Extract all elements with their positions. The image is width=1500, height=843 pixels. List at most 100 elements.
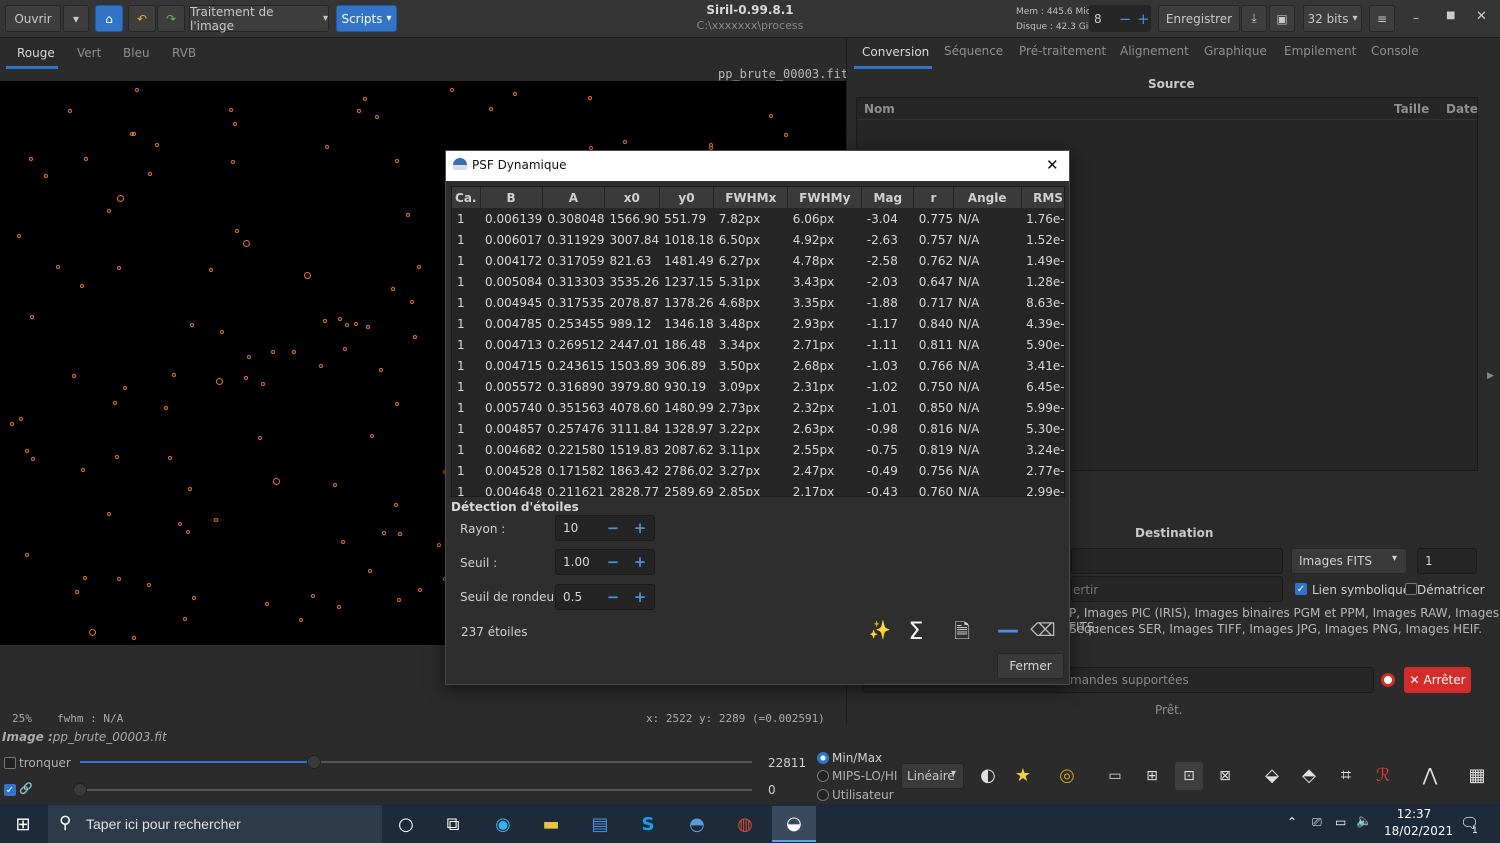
table-row[interactable]: 1 0.004648 0.211621 2828.77 2589.69 2.85px 2.1… bbox=[452, 481, 1064, 497]
plus-icon[interactable]: + bbox=[1137, 10, 1150, 28]
volume-icon[interactable]: 🔈 bbox=[1356, 814, 1372, 829]
psf-col-header[interactable]: Mag bbox=[861, 187, 915, 208]
psf-col-header[interactable]: RMSE bbox=[1021, 187, 1064, 208]
link-checkbox[interactable]: ✓ bbox=[4, 784, 16, 796]
tab-sequence[interactable]: Séquence bbox=[944, 44, 1003, 58]
save-as-button[interactable]: ⤓ bbox=[1241, 5, 1267, 32]
rgb-align-button[interactable]: ℛ bbox=[1369, 762, 1397, 790]
low-slider-handle[interactable] bbox=[73, 783, 87, 797]
symlink-checkbox[interactable]: ✓ bbox=[1295, 583, 1307, 595]
col-name[interactable]: Nom bbox=[864, 102, 895, 116]
tab-green[interactable]: Vert bbox=[77, 46, 101, 60]
siril-app-1[interactable]: ◓ bbox=[679, 806, 715, 842]
network-icon[interactable]: ⎚ bbox=[1312, 815, 1322, 830]
roundness-stepper[interactable]: 0.5 − + bbox=[555, 584, 655, 610]
close-window-button[interactable]: ✕ bbox=[1476, 9, 1487, 24]
high-slider-handle[interactable] bbox=[307, 755, 321, 769]
display-icon[interactable]: ▭ bbox=[1335, 815, 1346, 829]
windows-start-button[interactable]: ⊞ bbox=[5, 806, 41, 842]
remove-star-button[interactable]: — bbox=[994, 617, 1022, 645]
demosaic-checkbox[interactable] bbox=[1405, 583, 1417, 595]
scale-dropdown[interactable]: Linéaire ▾ bbox=[901, 763, 964, 789]
minus-icon[interactable]: − bbox=[1119, 10, 1132, 28]
col-date[interactable]: Date bbox=[1446, 102, 1478, 116]
minimize-button[interactable]: – bbox=[1413, 11, 1419, 25]
sequence-name-input[interactable] bbox=[1071, 548, 1283, 574]
table-row[interactable]: 1 0.006017 0.311929 3007.84 1018.18 6.50px 4.9… bbox=[452, 229, 1064, 250]
cortana-button[interactable]: ○ bbox=[388, 806, 424, 842]
skype-app[interactable]: S bbox=[630, 806, 666, 842]
clip-checkbox[interactable] bbox=[4, 757, 16, 769]
open-button[interactable]: Ouvrir bbox=[5, 5, 61, 32]
psf-col-header[interactable]: r bbox=[913, 187, 954, 208]
table-row[interactable]: 1 0.004857 0.257476 3111.84 1328.97 3.22px 2.6… bbox=[452, 418, 1064, 439]
psf-col-header[interactable]: Angle bbox=[953, 187, 1022, 208]
table-row[interactable]: 1 0.006139 0.308048 1566.90 551.79 7.82px 6.06… bbox=[452, 208, 1064, 229]
task-view-button[interactable]: ⧉ bbox=[435, 806, 471, 842]
plus-icon[interactable]: + bbox=[629, 552, 651, 572]
user-radio[interactable] bbox=[817, 789, 829, 801]
radius-stepper[interactable]: 10 − + bbox=[555, 515, 655, 541]
table-row[interactable]: 1 0.004785 0.253455 989.12 1346.18 3.48px 2.93… bbox=[452, 313, 1064, 334]
snapshot-button[interactable]: ▣ bbox=[1269, 5, 1295, 32]
minus-icon[interactable]: − bbox=[602, 587, 624, 607]
plus-icon[interactable]: + bbox=[629, 518, 651, 538]
psf-col-header[interactable]: B bbox=[480, 187, 543, 208]
star-mode-button[interactable]: ★ bbox=[1009, 762, 1037, 790]
table-row[interactable]: 1 0.004528 0.171582 1863.42 2786.02 3.27px 2.4… bbox=[452, 460, 1064, 481]
crop-button[interactable]: ⌗ bbox=[1332, 762, 1360, 790]
stop-button[interactable]: ✕ Arrêter bbox=[1404, 667, 1471, 693]
zoom-1to1-button[interactable]: ⊠ bbox=[1211, 762, 1239, 790]
image-info-button[interactable]: ▦ bbox=[1463, 762, 1491, 790]
edge-app[interactable]: ◉ bbox=[485, 806, 521, 842]
close-button[interactable]: Fermer bbox=[997, 653, 1064, 679]
chrome-app[interactable]: ◍ bbox=[727, 806, 763, 842]
convert-button[interactable]: ertir bbox=[1071, 576, 1283, 602]
psf-col-header[interactable]: FWHMy bbox=[787, 187, 863, 208]
histogram-button[interactable]: ⋀ bbox=[1416, 762, 1444, 790]
psf-table-container[interactable]: Ca.BAx0y0FWHMxFWHMyMagrAngleRMSE 1 0.0061… bbox=[451, 186, 1065, 497]
minus-icon[interactable]: − bbox=[602, 552, 624, 572]
clear-list-button[interactable]: ⌫ bbox=[1029, 617, 1057, 645]
psf-col-header[interactable]: A bbox=[542, 187, 606, 208]
table-row[interactable]: 1 0.004713 0.269512 2447.01 186.48 3.34px 2.71… bbox=[452, 334, 1064, 355]
taskbar-search-box[interactable]: ⚲ Taper ici pour rechercher bbox=[48, 805, 382, 843]
threshold-stepper[interactable]: 1.00 − + bbox=[555, 549, 655, 575]
tab-console[interactable]: Console bbox=[1371, 44, 1419, 58]
table-row[interactable]: 1 0.004715 0.243615 1503.89 306.89 3.50px 2.68… bbox=[452, 355, 1064, 376]
photometry-button[interactable]: ⬙ bbox=[1258, 762, 1286, 790]
high-slider-track[interactable] bbox=[80, 755, 752, 769]
image-processing-menu[interactable]: Traitement de l'image bbox=[189, 5, 329, 33]
chevron-up-icon[interactable]: ⌃ bbox=[1287, 815, 1297, 829]
table-row[interactable]: 1 0.005084 0.313303 3535.26 1237.15 5.31px 3.4… bbox=[452, 271, 1064, 292]
maximize-button[interactable]: ■ bbox=[1446, 10, 1455, 21]
calculator-app[interactable]: ▤ bbox=[582, 806, 618, 842]
zoom-out-button[interactable]: ▭ bbox=[1101, 762, 1129, 790]
save-button[interactable]: Enregistrer bbox=[1158, 5, 1240, 32]
psf-col-header[interactable]: Ca. bbox=[452, 187, 481, 208]
tab-stacking[interactable]: Empilement bbox=[1284, 44, 1356, 58]
table-row[interactable]: 1 0.004682 0.221580 1519.83 2087.62 3.11px 2.5… bbox=[452, 439, 1064, 460]
tab-blue[interactable]: Bleu bbox=[123, 46, 150, 60]
psf-col-header[interactable]: y0 bbox=[659, 187, 715, 208]
tab-conversion[interactable]: Conversion bbox=[862, 45, 929, 59]
low-slider-track[interactable] bbox=[73, 783, 752, 797]
table-row[interactable]: 1 0.005572 0.316890 3979.80 930.19 3.09px 2.31… bbox=[452, 376, 1064, 397]
home-button[interactable]: ⌂ bbox=[95, 5, 123, 32]
negative-view-button[interactable]: ◐ bbox=[974, 762, 1002, 790]
psf-col-header[interactable]: FWHMx bbox=[713, 187, 789, 208]
redo-button[interactable]: ↷ bbox=[157, 5, 185, 32]
close-icon[interactable]: ✕ bbox=[1046, 156, 1059, 174]
table-row[interactable]: 1 0.005740 0.351563 4078.60 1480.99 2.73px 2.3… bbox=[452, 397, 1064, 418]
false-color-button[interactable]: ◎ bbox=[1053, 762, 1081, 790]
col-size[interactable]: Taille bbox=[1394, 102, 1429, 116]
average-psf-button[interactable]: Σ bbox=[902, 617, 930, 645]
recent-dropdown-button[interactable]: ▾ bbox=[63, 5, 89, 32]
psf-col-header[interactable]: x0 bbox=[604, 187, 660, 208]
zoom-fit-button[interactable]: ⊡ bbox=[1175, 762, 1203, 790]
background-button[interactable]: ⬘ bbox=[1295, 762, 1323, 790]
tab-plot[interactable]: Graphique bbox=[1204, 44, 1267, 58]
threads-stepper[interactable]: 8 − + bbox=[1089, 5, 1151, 32]
plus-icon[interactable]: + bbox=[629, 587, 651, 607]
panel-toggle-icon[interactable]: ▶ bbox=[1487, 371, 1494, 381]
